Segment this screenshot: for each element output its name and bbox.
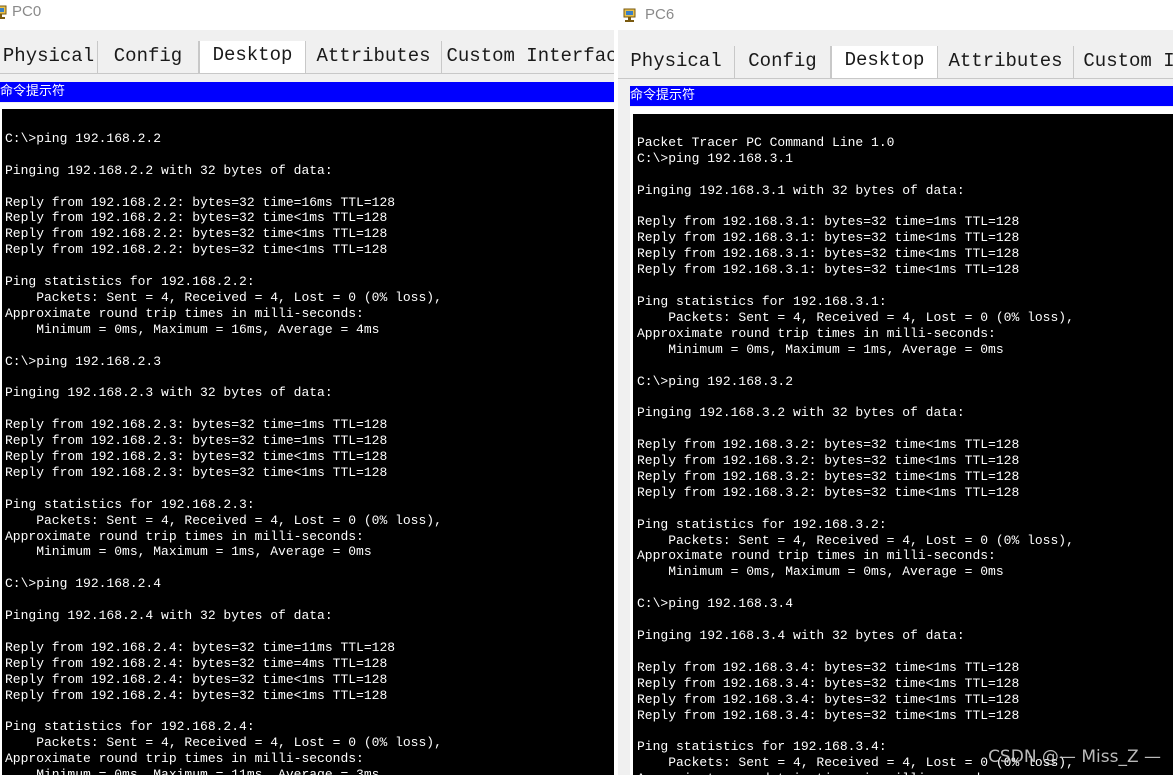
pc6-console[interactable]: Packet Tracer PC Command Line 1.0 C:\>pi… bbox=[633, 114, 1173, 775]
pc0-console-frame: C:\>ping 192.168.2.2 Pinging 192.168.2.2… bbox=[0, 103, 614, 775]
csdn-watermark: CSDN @— Miss_Z — bbox=[988, 747, 1161, 767]
pc6-console-output: Packet Tracer PC Command Line 1.0 C:\>pi… bbox=[637, 134, 1074, 775]
tab-config[interactable]: Config bbox=[735, 46, 831, 78]
tab-physical[interactable]: Physical bbox=[618, 46, 735, 78]
tab-physical[interactable]: Physical bbox=[0, 41, 98, 73]
tab-desktop[interactable]: Desktop bbox=[199, 41, 306, 73]
tab-desktop[interactable]: Desktop bbox=[831, 46, 938, 78]
pc-device-icon bbox=[623, 8, 636, 22]
tab-attributes[interactable]: Attributes bbox=[306, 41, 442, 73]
tab-attributes[interactable]: Attributes bbox=[938, 46, 1074, 78]
command-prompt-title-bar: 命令提示符 bbox=[0, 82, 614, 102]
command-prompt-title-bar: 命令提示符 bbox=[630, 86, 1173, 106]
pc6-tab-bar: Physical Config Desktop Attributes Custo… bbox=[618, 46, 1173, 79]
pc6-titlebar: PC6 bbox=[618, 0, 1173, 30]
pc0-console[interactable]: C:\>ping 192.168.2.2 Pinging 192.168.2.2… bbox=[2, 109, 614, 775]
tab-custom-interface[interactable]: Custom I bbox=[1074, 46, 1173, 78]
window-title: PC0 bbox=[12, 3, 42, 20]
pc0-console-output: C:\>ping 192.168.2.2 Pinging 192.168.2.2… bbox=[5, 130, 442, 775]
pc-device-icon bbox=[0, 5, 7, 19]
pc0-titlebar: PC0 bbox=[0, 0, 617, 30]
pc0-window: PC0 Physical Config Desktop Attributes C… bbox=[0, 0, 617, 775]
tab-custom-interface[interactable]: Custom Interfac bbox=[442, 41, 617, 73]
pc0-tab-bar: Physical Config Desktop Attributes Custo… bbox=[0, 41, 617, 74]
pc6-window: PC6 Physical Config Desktop Attributes C… bbox=[618, 0, 1173, 775]
tab-config[interactable]: Config bbox=[98, 41, 199, 73]
pc6-console-frame: Packet Tracer PC Command Line 1.0 C:\>pi… bbox=[630, 107, 1173, 775]
window-title: PC6 bbox=[645, 6, 675, 23]
